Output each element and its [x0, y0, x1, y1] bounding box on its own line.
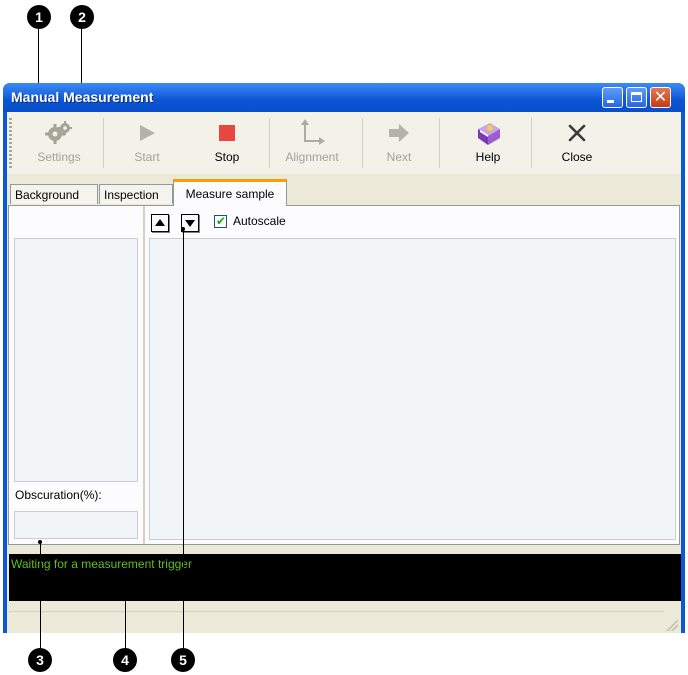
- status-bar: [7, 601, 681, 633]
- callout-4: 4: [113, 648, 137, 672]
- next-button[interactable]: Next: [371, 116, 427, 172]
- alignment-icon: [296, 118, 328, 148]
- arrow-down-icon: [185, 220, 195, 227]
- obscuration-field: [14, 511, 138, 539]
- stop-icon: [211, 118, 243, 148]
- tab-measure-sample-label: Measure sample: [185, 187, 275, 201]
- tab-background-label: Background: [15, 187, 80, 202]
- settings-label: Settings: [37, 150, 81, 164]
- title-bar[interactable]: Manual Measurement ✕: [3, 83, 685, 112]
- window-title: Manual Measurement: [11, 89, 154, 105]
- start-label: Start: [134, 150, 160, 164]
- tab-background[interactable]: Background: [10, 184, 98, 204]
- maximize-button[interactable]: [626, 87, 647, 108]
- close-icon: ✕: [653, 87, 668, 106]
- close-label: Close: [561, 150, 593, 164]
- maximize-icon: [631, 92, 642, 102]
- next-label: Next: [386, 150, 412, 164]
- tab-inspection[interactable]: Inspection: [99, 184, 173, 204]
- settings-button[interactable]: Settings: [31, 116, 87, 172]
- alignment-button[interactable]: Alignment: [275, 116, 349, 172]
- callout-2: 2: [70, 5, 94, 29]
- play-icon: [131, 118, 163, 148]
- obscuration-label: Obscuration(%):: [15, 488, 102, 502]
- gear-icon: [43, 118, 75, 148]
- callout-5-leader-dot: [181, 227, 185, 231]
- arrow-up-icon: [155, 219, 165, 226]
- close-x-icon: [561, 118, 593, 148]
- callout-5: 5: [171, 648, 195, 672]
- callout-3-leader: [40, 542, 41, 648]
- stop-label: Stop: [214, 150, 240, 164]
- autoscale-label[interactable]: Autoscale: [233, 214, 286, 228]
- callout-4-leader-dot: [123, 573, 127, 577]
- toolbar-separator: [362, 118, 363, 168]
- callout-4-leader: [125, 575, 126, 648]
- measure-sample-panel: Obscuration(%): ✔ Autoscale: [8, 205, 680, 545]
- results-list[interactable]: [14, 238, 138, 482]
- manual-measurement-window: Manual Measurement ✕ Settings Start Stop…: [3, 83, 685, 633]
- autoscale-checkbox[interactable]: ✔: [214, 214, 227, 228]
- callout-3: 3: [28, 648, 52, 672]
- window-close-button[interactable]: ✕: [650, 87, 671, 108]
- toolbar: Settings Start Stop Alignment Next Help …: [7, 112, 681, 174]
- help-label: Help: [475, 150, 501, 164]
- alignment-label: Alignment: [285, 150, 339, 164]
- help-button[interactable]: Help: [460, 116, 516, 172]
- panel-splitter[interactable]: [143, 206, 145, 544]
- toolbar-separator: [531, 118, 532, 168]
- status-message: Waiting for a measurement trigger: [11, 557, 192, 571]
- minimize-button[interactable]: [602, 87, 623, 108]
- toolbar-grip[interactable]: [9, 118, 12, 168]
- tab-strip: Background Inspection Measure sample: [7, 174, 681, 206]
- window-client-area: Settings Start Stop Alignment Next Help …: [7, 112, 681, 633]
- close-button[interactable]: Close: [549, 116, 605, 172]
- tab-measure-sample[interactable]: Measure sample: [173, 179, 287, 206]
- callout-5-leader: [183, 229, 184, 648]
- status-message-panel: Waiting for a measurement trigger: [9, 554, 681, 601]
- status-bar-pane: [9, 611, 664, 632]
- help-book-icon: [472, 118, 504, 148]
- measurement-graph-area: [149, 238, 676, 540]
- toolbar-separator: [103, 118, 104, 168]
- stop-button[interactable]: Stop: [199, 116, 255, 172]
- checkmark-icon: ✔: [216, 214, 227, 228]
- scroll-up-button[interactable]: [151, 214, 169, 232]
- tab-inspection-label: Inspection: [104, 187, 159, 202]
- toolbar-separator: [269, 118, 270, 168]
- resize-grip-icon[interactable]: [666, 619, 678, 631]
- start-button[interactable]: Start: [119, 116, 175, 172]
- callout-3-leader-dot: [38, 540, 42, 544]
- callout-1: 1: [27, 5, 51, 29]
- minimize-icon: [607, 100, 614, 103]
- arrow-right-icon: [383, 118, 415, 148]
- toolbar-separator: [439, 118, 440, 168]
